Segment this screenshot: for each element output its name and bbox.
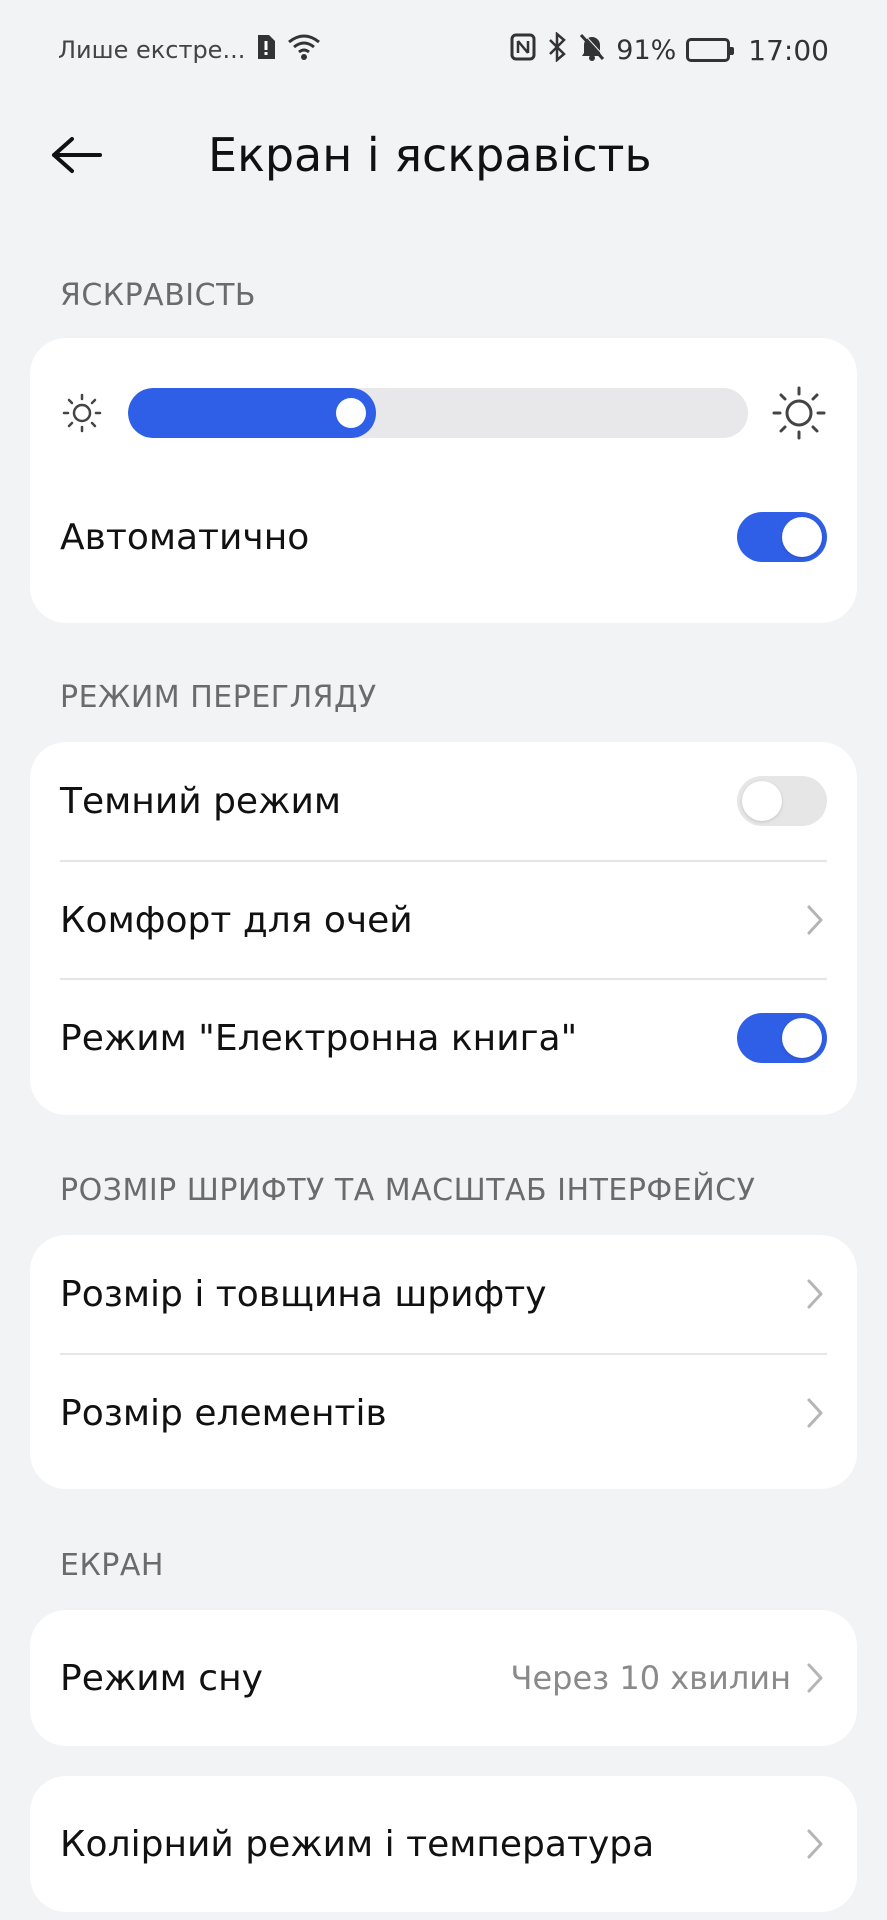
arrow-left-icon <box>52 137 102 173</box>
chevron-right-icon <box>805 1826 827 1862</box>
brightness-slider[interactable] <box>127 388 748 438</box>
auto-brightness-row[interactable]: Автоматично <box>60 478 827 596</box>
element-size-row[interactable]: Розмір елементів <box>60 1353 827 1471</box>
eye-comfort-row[interactable]: Комфорт для очей <box>60 860 827 978</box>
brightness-card: Автоматично <box>30 338 857 623</box>
bluetooth-icon <box>546 30 568 69</box>
clock: 17:00 <box>748 33 829 67</box>
font-scale-card: Розмір і товщина шрифту Розмір елементів <box>30 1235 857 1489</box>
back-button[interactable] <box>50 110 150 200</box>
section-label-brightness: ЯСКРАВІСТЬ <box>60 278 256 313</box>
sleep-value: Через 10 хвилин <box>510 1659 791 1697</box>
mute-bell-icon <box>578 32 606 69</box>
battery-icon <box>686 38 735 62</box>
color-mode-label: Колірний режим і температура <box>60 1823 655 1865</box>
chevron-right-icon <box>805 1395 827 1431</box>
wifi-icon <box>287 33 321 68</box>
sun-large-icon <box>771 385 827 441</box>
auto-brightness-label: Автоматично <box>60 516 310 558</box>
toggle-knob <box>742 781 782 821</box>
color-mode-card: Колірний режим і температура <box>30 1776 857 1912</box>
auto-brightness-toggle[interactable] <box>737 512 827 562</box>
status-left: Лише екстре... <box>58 33 321 68</box>
status-right: 91% 17:00 <box>510 30 829 69</box>
brightness-slider-row <box>60 338 827 488</box>
page-title: Екран і яскравість <box>208 128 652 182</box>
toggle-knob <box>782 1018 822 1058</box>
element-size-label: Розмір елементів <box>60 1392 387 1434</box>
font-size-row[interactable]: Розмір і товщина шрифту <box>60 1235 827 1353</box>
brightness-slider-thumb[interactable] <box>335 398 366 428</box>
app-header: Екран і яскравість <box>0 110 887 200</box>
battery-percent: 91% <box>616 34 677 66</box>
font-size-label: Розмір і товщина шрифту <box>60 1273 547 1315</box>
eye-comfort-label: Комфорт для очей <box>60 899 413 941</box>
nfc-icon <box>510 33 536 68</box>
sleep-card: Режим сну Через 10 хвилин <box>30 1610 857 1746</box>
chevron-right-icon <box>805 902 827 938</box>
status-bar: Лише екстре... 91% 17:00 <box>0 0 887 100</box>
chevron-right-icon <box>805 1660 827 1696</box>
color-mode-row[interactable]: Колірний режим і температура <box>60 1776 827 1912</box>
screen: Лише екстре... 91% 17:00 Екран і яскраві… <box>0 0 887 1920</box>
sleep-value-group: Через 10 хвилин <box>511 1659 827 1697</box>
dark-mode-label: Темний режим <box>60 780 342 822</box>
sun-small-icon <box>60 391 104 435</box>
ebook-mode-row[interactable]: Режим "Електронна книга" <box>60 978 827 1096</box>
carrier-text: Лише екстре... <box>58 36 246 64</box>
section-label-view-mode: РЕЖИМ ПЕРЕГЛЯДУ <box>60 680 377 715</box>
ebook-mode-label: Режим "Електронна книга" <box>60 1017 578 1059</box>
section-label-screen: ЕКРАН <box>60 1548 164 1583</box>
view-mode-card: Темний режим Комфорт для очей Режим "Еле… <box>30 742 857 1115</box>
section-label-font-scale: РОЗМІР ШРИФТУ ТА МАСШТАБ ІНТЕРФЕЙСУ <box>60 1173 756 1208</box>
sim-alert-icon <box>255 33 277 68</box>
dark-mode-row[interactable]: Темний режим <box>60 742 827 860</box>
sleep-label: Режим сну <box>60 1657 263 1699</box>
dark-mode-toggle[interactable] <box>737 776 827 826</box>
ebook-mode-toggle[interactable] <box>737 1013 827 1063</box>
chevron-right-icon <box>805 1276 827 1312</box>
toggle-knob <box>782 517 822 557</box>
sleep-row[interactable]: Режим сну Через 10 хвилин <box>60 1610 827 1746</box>
